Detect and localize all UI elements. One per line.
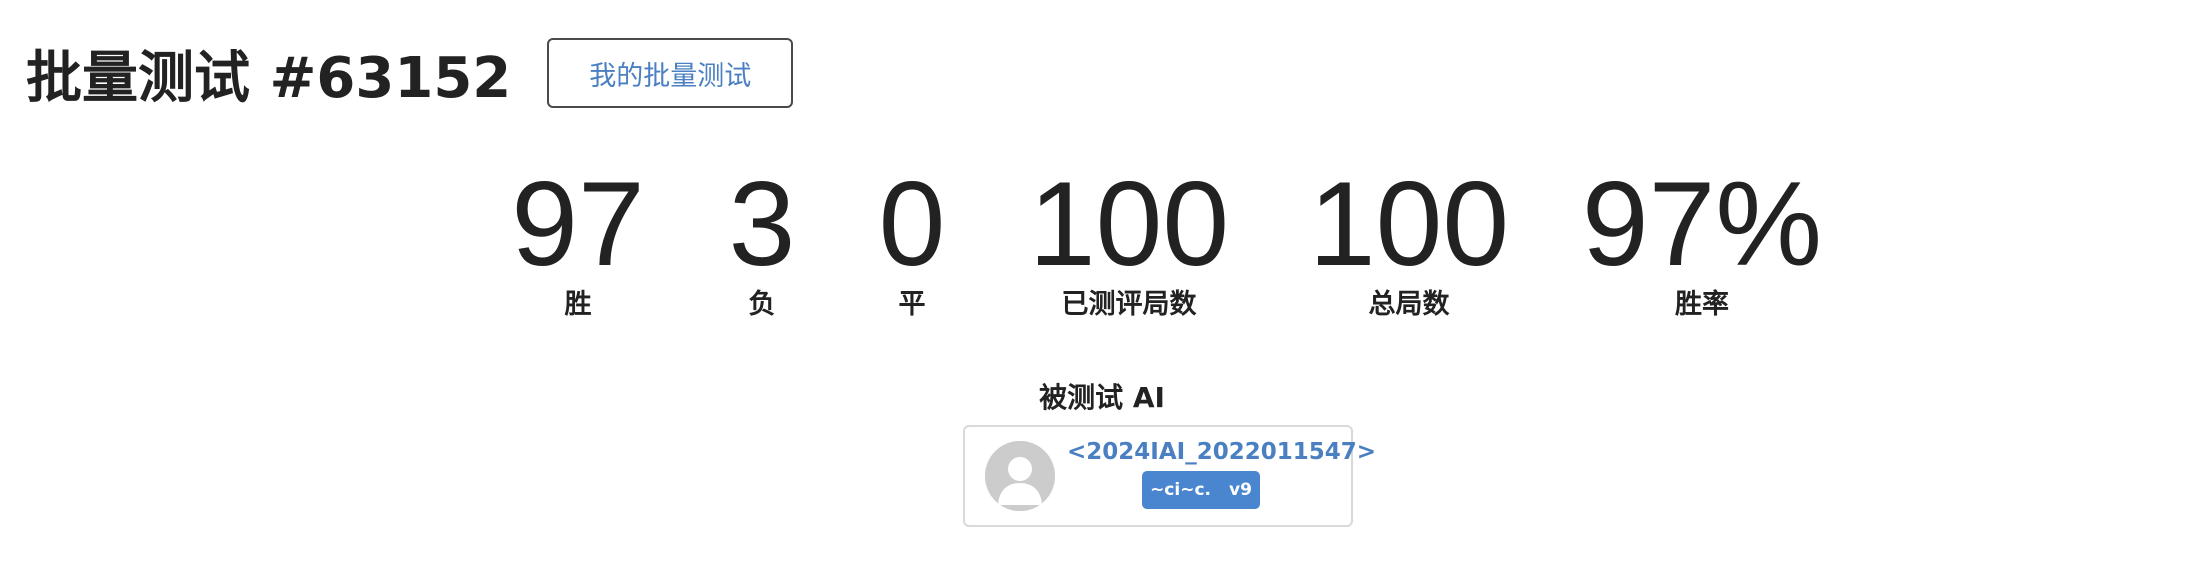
stat-wins: 97 胜 — [511, 157, 645, 321]
ai-name-link[interactable]: <2024IAI_2022011547> — [1067, 439, 1376, 465]
ai-badge-tag: ~ci~c. — [1150, 480, 1211, 500]
stat-evaluated-value: 100 — [1028, 157, 1230, 291]
stat-evaluated: 100 已测评局数 — [1028, 157, 1230, 321]
tested-ai-card[interactable]: <2024IAI_2022011547> ~ci~c. v9 — [963, 425, 1376, 527]
stat-total-value: 100 — [1308, 157, 1510, 291]
stats-row: 97 胜 3 负 0 平 100 已测评局数 100 总局数 97% 胜率 — [0, 157, 2204, 328]
page-title: 批量测试 #63152 — [26, 45, 512, 111]
my-batch-tests-button[interactable]: 我的批量测试 — [547, 38, 794, 108]
ai-version-badge: ~ci~c. v9 — [1142, 471, 1260, 509]
stat-losses-value: 3 — [728, 157, 796, 291]
stat-wins-value: 97 — [511, 157, 645, 291]
page-header: 批量测试 #63152 我的批量测试 — [26, 28, 794, 118]
stat-win-rate-value: 97% — [1581, 157, 1823, 291]
stat-total: 100 总局数 — [1308, 157, 1510, 321]
stat-draws: 0 平 — [878, 157, 946, 321]
tested-ai-title: 被测试 AI — [1039, 381, 1165, 414]
ai-badge-version: v9 — [1229, 480, 1252, 500]
stat-win-rate: 97% 胜率 — [1581, 157, 1823, 321]
stat-losses: 3 负 — [728, 157, 796, 321]
stat-draws-value: 0 — [878, 157, 946, 291]
default-user-icon[interactable] — [985, 441, 1055, 511]
